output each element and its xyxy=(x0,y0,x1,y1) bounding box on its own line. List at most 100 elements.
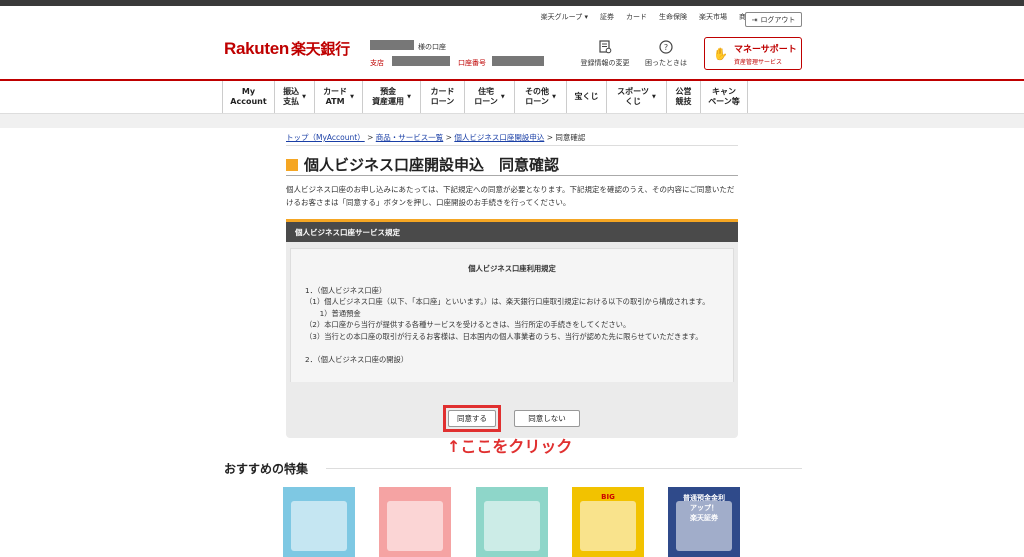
util-link-2[interactable]: カード xyxy=(626,12,647,22)
title-marker-icon xyxy=(286,158,298,171)
logo-jp-text: 楽天銀行 xyxy=(290,41,350,58)
card-feature-banner[interactable] xyxy=(476,487,548,557)
nav-item-6[interactable]: その他 ローン ▼ xyxy=(514,81,566,113)
account-name-mask xyxy=(370,40,414,50)
help-link[interactable]: ? 困ったときは xyxy=(636,40,696,68)
logo-text: Rakuten xyxy=(224,39,289,58)
nav-item-label: 宝くじ xyxy=(574,92,599,102)
terms-bottom-fade xyxy=(290,382,734,394)
shopping-feature-banner[interactable] xyxy=(379,487,451,557)
nav-item-label: 振込 支払 xyxy=(283,87,300,106)
disagree-button[interactable]: 同意しない xyxy=(514,410,580,427)
account-number-mask xyxy=(492,56,544,66)
help-label: 困ったときは xyxy=(645,59,687,67)
util-link-3[interactable]: 生命保険 xyxy=(659,12,687,22)
nav-item-10[interactable]: キャン ペーン等 xyxy=(700,81,748,113)
nav-item-5[interactable]: 住宅 ローン ▼ xyxy=(464,81,514,113)
breadcrumb-sep: > xyxy=(443,133,455,142)
account-suffix: 様の口座 xyxy=(418,43,446,51)
nav-item-label: 預金 資産運用 xyxy=(372,87,405,106)
chevron-down-icon: ▼ xyxy=(302,94,306,100)
document-user-icon xyxy=(598,40,612,54)
sports-lottery-feature-banner[interactable]: BIG xyxy=(572,487,644,557)
calendar-feature-banner[interactable] xyxy=(283,487,355,557)
terms-section-header: 個人ビジネス口座サービス規定 xyxy=(286,222,738,242)
securities-feature-banner[interactable]: 普通預金金利 アップ！ 楽天証券 xyxy=(668,487,740,557)
chevron-down-icon: ▼ xyxy=(407,94,411,100)
nav-item-3[interactable]: 預金 資産運用 ▼ xyxy=(362,81,420,113)
nav-item-8[interactable]: スポーツ くじ ▼ xyxy=(606,81,666,113)
money-support-icon: ✋ xyxy=(713,46,728,61)
breadcrumb-apply-link[interactable]: 個人ビジネス口座開設申込 xyxy=(454,133,544,142)
nav-item-label: 公営 競技 xyxy=(675,87,692,106)
chevron-down-icon: ▼ xyxy=(651,94,656,100)
terms-line: （1）個人ビジネス口座（以下、「本口座」といいます。）は、楽天銀行口座取引規定に… xyxy=(305,297,710,306)
svg-text:?: ? xyxy=(664,43,668,52)
logout-button[interactable]: ⇥ ログアウト xyxy=(745,12,802,27)
breadcrumb-sep: > xyxy=(364,133,376,142)
nav-item-label: その他 ローン xyxy=(525,87,550,106)
intro-text: 個人ビジネス口座のお申し込みにあたっては、下記規定への同意が必要となります。下記… xyxy=(286,185,735,207)
recommend-title: おすすめの特集 xyxy=(224,462,309,476)
reg-change-label: 登録情報の変更 xyxy=(580,59,630,67)
breadcrumb-services-link[interactable]: 商品・サービス一覧 xyxy=(376,133,444,142)
terms-line: 1）普通預金 xyxy=(305,308,361,318)
registration-change-link[interactable]: 登録情報の変更 xyxy=(575,40,635,68)
money-support-button[interactable]: ✋ マネーサポート 資産管理サービス xyxy=(704,37,802,70)
terms-line: （2）本口座から当行が提供する各種サービスを受けるときは、当行所定の手続きをして… xyxy=(305,320,631,329)
nav-item-4[interactable]: カード ローン xyxy=(420,81,464,113)
nav-item-label: My Account xyxy=(230,87,267,106)
nav-item-label: 住宅 ローン xyxy=(474,87,498,106)
branch-label: 支店 xyxy=(370,59,384,67)
chevron-down-icon: ▼ xyxy=(350,94,354,100)
logout-label: ログアウト xyxy=(760,15,796,24)
nav-item-label: カード ローン xyxy=(430,87,455,106)
rakuten-bank-logo[interactable]: Rakuten 楽天銀行 xyxy=(224,38,350,59)
nav-item-0[interactable]: My Account xyxy=(222,81,274,113)
logout-icon: ⇥ xyxy=(751,15,758,24)
terms-title: 個人ビジネス口座利用規定 xyxy=(468,264,556,273)
banner-caption: 普通預金金利 アップ！ 楽天証券 xyxy=(683,494,725,522)
terms-line xyxy=(305,342,719,354)
subheader-band xyxy=(0,114,1024,128)
breadcrumb-current: 同意確認 xyxy=(555,133,586,142)
breadcrumb-divider xyxy=(286,145,738,146)
nav-item-label: カード ATM xyxy=(323,87,348,106)
banner-illustration xyxy=(387,501,443,551)
click-here-annotation: ↑ここをクリック xyxy=(447,437,573,456)
terms-scroll-area[interactable]: 個人ビジネス口座利用規定 1．（個人ビジネス口座） （1）個人ビジネス口座（以下、… xyxy=(290,248,734,394)
banner-illustration xyxy=(484,501,540,551)
account-number-label: 口座番号 xyxy=(458,59,486,67)
banner-caption: BIG xyxy=(601,493,615,501)
util-link-4[interactable]: 楽天市場 xyxy=(699,12,727,22)
terms-line: （3）当行との本口座の取引が行えるお客様は、日本国内の個人事業者のうち、当行が認… xyxy=(305,331,703,341)
nav-item-label: キャン ペーン等 xyxy=(708,87,740,106)
money-support-title: マネーサポート xyxy=(733,44,797,55)
agree-highlight-box xyxy=(443,405,501,432)
top-dark-bar xyxy=(0,0,1024,6)
money-support-sub: 資産管理サービス xyxy=(733,58,782,66)
banner-illustration xyxy=(580,501,636,551)
title-underline xyxy=(286,175,738,176)
page-title: 個人ビジネス口座開設申込 同意確認 xyxy=(286,154,559,175)
nav-item-2[interactable]: カード ATM ▼ xyxy=(314,81,362,113)
chevron-down-icon: ▼ xyxy=(500,94,505,100)
breadcrumb: トップ（MyAccount） > 商品・サービス一覧 > 個人ビジネス口座開設申… xyxy=(286,132,585,143)
help-icon: ? xyxy=(659,40,673,54)
global-nav: My Account 振込 支払 ▼ カード ATM ▼ 預金 資産運用 ▼ カード ローン住… xyxy=(222,81,748,113)
nav-item-label: スポーツ くじ xyxy=(617,87,649,106)
chevron-down-icon: ▼ xyxy=(552,94,556,100)
util-link-1[interactable]: 証券 xyxy=(600,12,614,22)
recommend-divider xyxy=(326,468,802,469)
terms-line: 2．（個人ビジネス口座の開設） xyxy=(305,354,409,364)
nav-item-7[interactable]: 宝くじ xyxy=(566,81,606,113)
nav-item-9[interactable]: 公営 競技 xyxy=(666,81,700,113)
terms-line: 1．（個人ビジネス口座） xyxy=(305,285,387,295)
breadcrumb-top-link[interactable]: トップ（MyAccount） xyxy=(286,133,365,142)
util-link-0[interactable]: 楽天グループ ▾ xyxy=(541,12,588,22)
branch-mask xyxy=(392,56,450,66)
page-title-text: 個人ビジネス口座開設申込 同意確認 xyxy=(304,156,560,174)
breadcrumb-sep: > xyxy=(544,133,556,142)
nav-item-1[interactable]: 振込 支払 ▼ xyxy=(274,81,314,113)
banner-illustration xyxy=(291,501,347,551)
